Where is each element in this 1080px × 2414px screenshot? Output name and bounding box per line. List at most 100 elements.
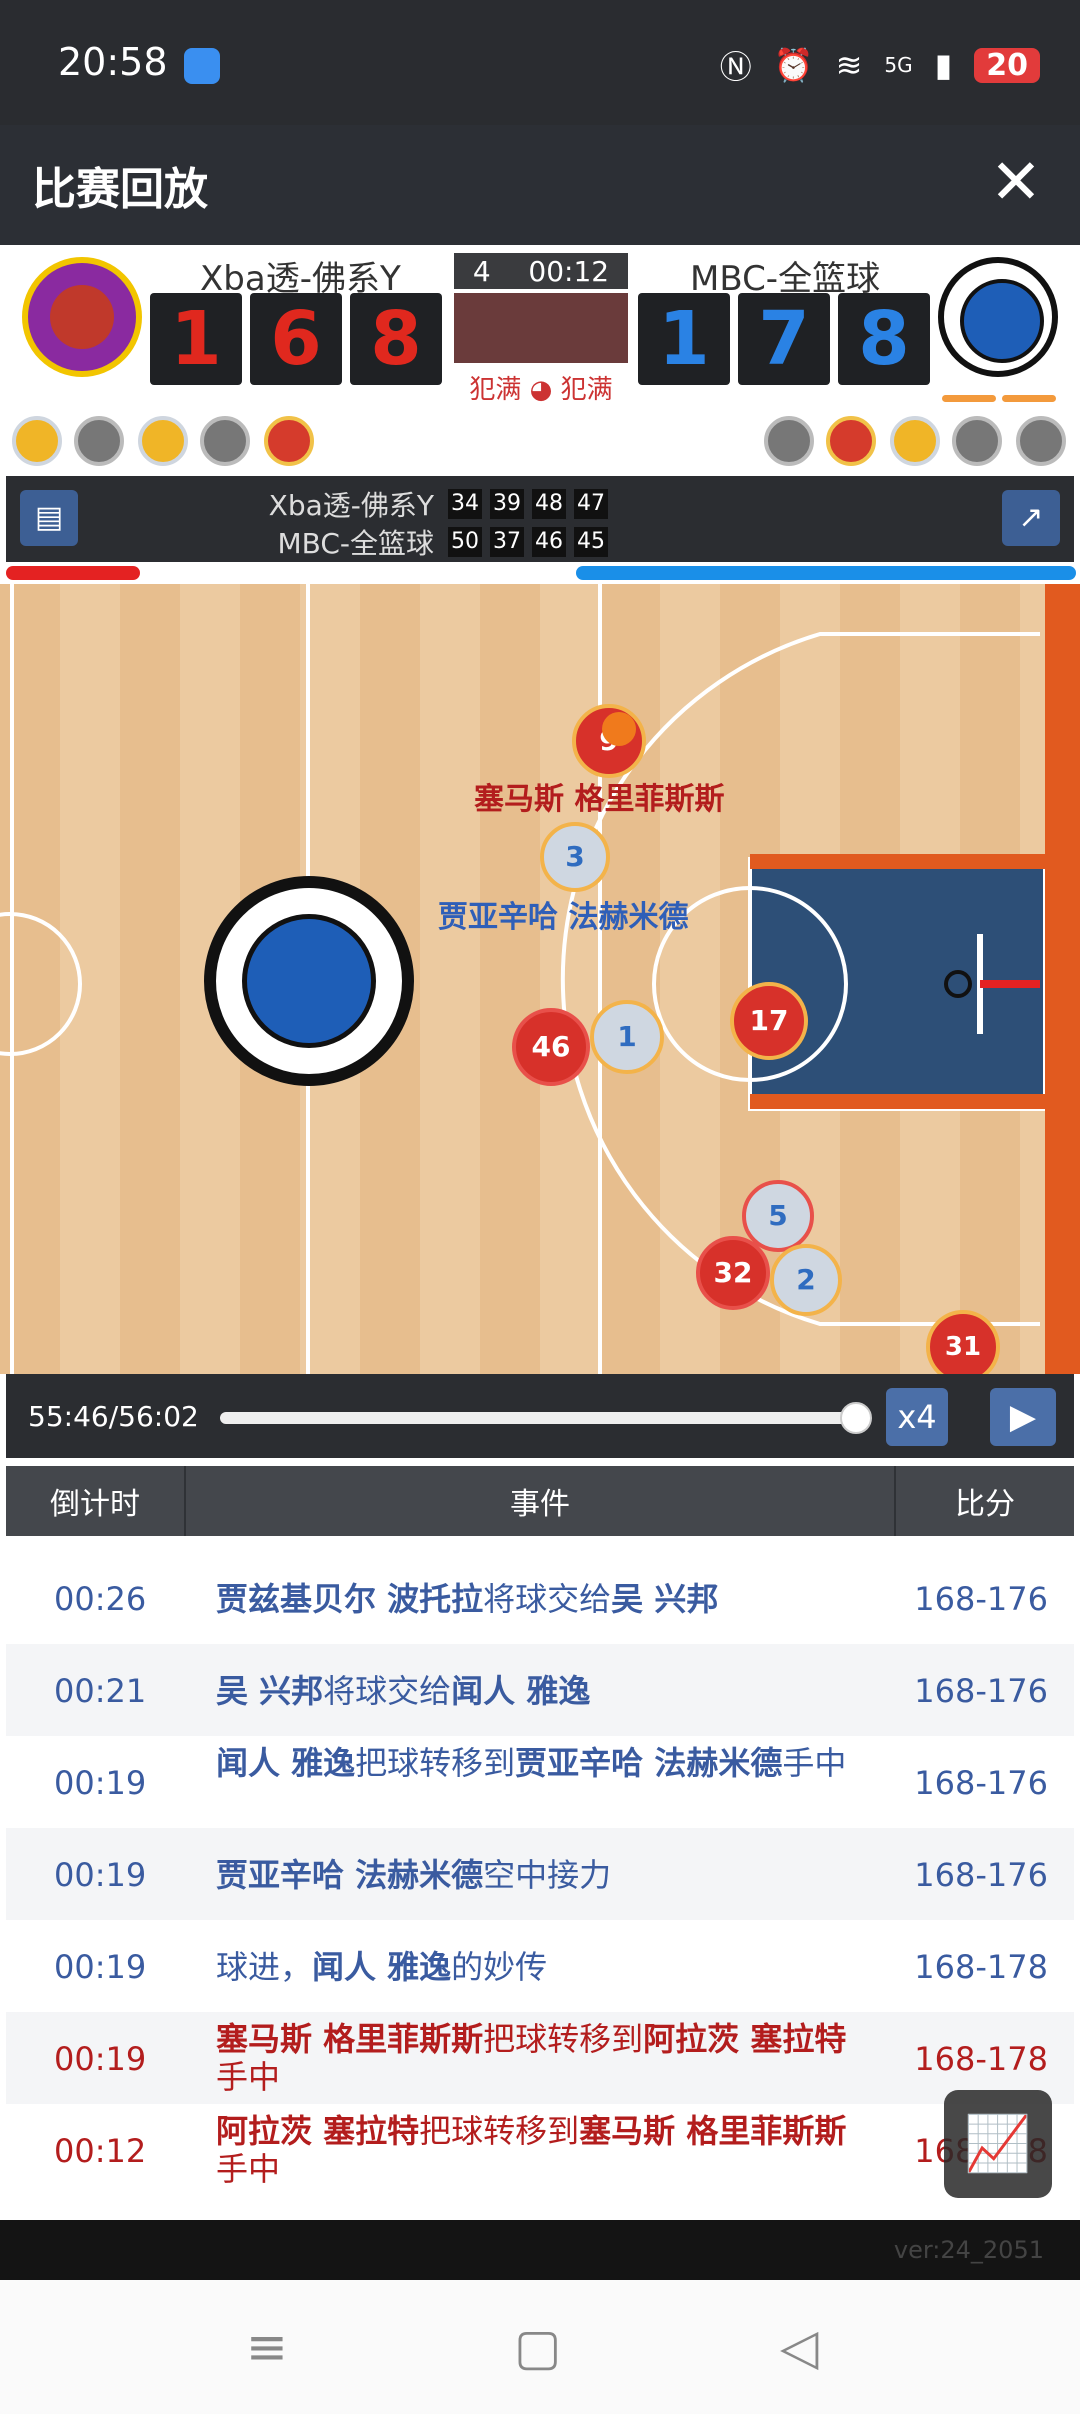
event-text: 贾兹基贝尔 波托拉将球交给吴 兴邦 [216, 1580, 719, 1618]
player-marker-red[interactable]: 31 [926, 1310, 1000, 1374]
system-nav-bar: ≡ ▢ ◁ [0, 2280, 1080, 2414]
close-icon[interactable]: ✕ [990, 145, 1042, 218]
player-marker-blue[interactable]: 1 [590, 1000, 664, 1074]
event-row: 00:19 球进，闻人 雅逸的妙传 168-178 [6, 1920, 1074, 2012]
lock-badge-icon[interactable] [952, 416, 1002, 466]
basketball-court: 塞马斯 格里菲斯斯 贾亚辛哈 法赫米德 9 3 1 46 17 5 32 2 3… [0, 584, 1080, 1374]
events-list: 00:26 贾兹基贝尔 波托拉将球交给吴 兴邦 168-176 00:21 吴 兴邦将球… [6, 1536, 1074, 2220]
quarter-score: 34 [448, 489, 482, 519]
team-bars [0, 562, 1080, 584]
lock-badge-icon[interactable] [74, 416, 124, 466]
stats-list-icon[interactable]: ▤ [20, 490, 78, 546]
shot-clock-panel [454, 293, 628, 363]
clock-time: 00:12 [528, 254, 610, 288]
player-marker-red[interactable]: 32 [696, 1236, 770, 1310]
chart-icon[interactable]: 📈 [944, 2090, 1052, 2198]
player-label-red: 塞马斯 格里菲斯斯 [474, 782, 725, 817]
playback-bar: 55:46/56:02 x4 ▶ [6, 1374, 1074, 1458]
quarter-score: 47 [574, 489, 608, 519]
event-row: 00:19 贾亚辛哈 法赫米德空中接力 168-176 [6, 1828, 1074, 1920]
lock-badge-icon[interactable] [1016, 416, 1066, 466]
home-team-name: Xba透-佛系Y [268, 489, 434, 522]
player-marker-blue[interactable]: 3 [540, 822, 610, 892]
home-quarter-row: Xba透-佛系Y 34 39 48 47 [174, 484, 608, 524]
app-notification-icon [184, 48, 220, 84]
back-nav-icon[interactable]: ◁ [780, 2318, 818, 2376]
play-icon[interactable]: ▶ [990, 1388, 1056, 1446]
away-score-digit: 7 [738, 293, 830, 385]
event-time: 00:19 [54, 1856, 147, 1894]
quarter-score: 45 [574, 527, 608, 557]
playback-slider[interactable] [220, 1402, 872, 1434]
signal-label: 5G [884, 53, 913, 77]
quarter-score: 48 [532, 489, 566, 519]
quarter-score: 46 [532, 527, 566, 557]
event-row: 00:19 闻人 雅逸把球转移到贾亚辛哈 法赫米德手中 168-176 [6, 1736, 1074, 1828]
home-foul: 犯满 [469, 375, 522, 405]
event-row: 00:21 吴 兴邦将球交给闻人 雅逸 168-176 [6, 1644, 1074, 1736]
battery-indicator: 20 [974, 47, 1040, 83]
alarm-icon: ⏰ [773, 46, 814, 84]
lock-badge-icon[interactable] [200, 416, 250, 466]
event-row: 00:19 塞马斯 格里菲斯斯把球转移到阿拉茨 塞拉特手中 168-178 [6, 2012, 1074, 2104]
player-marker-red[interactable]: 46 [512, 1008, 590, 1086]
event-text: 阿拉茨 塞拉特把球转移到塞马斯 格里菲斯斯手中 [216, 2112, 847, 2188]
event-score: 168-178 [914, 2040, 1048, 2078]
foul-status: 犯满 ◕ 犯满 [454, 369, 628, 406]
player-marker-blue[interactable]: 2 [770, 1244, 842, 1316]
away-team-name: MBC-全篮球 [277, 527, 434, 560]
home-score-digit: 8 [350, 293, 442, 385]
away-foul: 犯满 [560, 375, 613, 405]
header-score: 比分 [955, 1487, 1015, 1522]
playback-time: 55:46/56:02 [28, 1400, 199, 1433]
center-team-logo [204, 876, 414, 1086]
menu-nav-icon[interactable]: ≡ [246, 2318, 288, 2376]
event-time: 00:12 [54, 2132, 147, 2170]
timeout-indicator [1002, 395, 1056, 402]
player-marker-red[interactable]: 17 [730, 982, 808, 1060]
badge-icon[interactable] [138, 416, 188, 466]
away-score-digit: 1 [638, 293, 730, 385]
home-team-logo [22, 257, 142, 377]
court-lines [0, 584, 1080, 1374]
event-text: 贾亚辛哈 法赫米德空中接力 [216, 1856, 612, 1894]
lock-badge-icon[interactable] [764, 416, 814, 466]
event-score: 168-178 [914, 1948, 1048, 1986]
away-quarter-row: MBC-全篮球 50 37 46 45 [174, 522, 608, 562]
badge-icon[interactable] [12, 416, 62, 466]
player-label-blue: 贾亚辛哈 法赫米德 [438, 900, 689, 935]
game-clock: 4 00:12 [454, 253, 628, 289]
player-badges [0, 410, 1080, 472]
event-time: 00:21 [54, 1672, 147, 1710]
badge-icon[interactable] [890, 416, 940, 466]
event-score: 168-176 [914, 1580, 1048, 1618]
quarter-number: 4 [472, 254, 491, 288]
event-time: 00:19 [54, 1948, 147, 1986]
nfc-icon: Ⓝ [719, 48, 752, 86]
wifi-icon: ≋ [835, 46, 863, 84]
event-time: 00:19 [54, 2040, 147, 2078]
event-score: 168-176 [914, 1856, 1048, 1894]
signal-icon: ▮ [934, 46, 953, 84]
share-icon[interactable]: ↗ [1002, 490, 1060, 546]
home-nav-icon[interactable]: ▢ [514, 2318, 561, 2376]
events-table-header: 倒计时 事件 比分 [6, 1466, 1074, 1536]
page-title: 比赛回放 [32, 164, 208, 215]
event-row: 00:12阿拉茨 塞拉特把球转移到塞马斯 格里菲斯斯手中168-178 [6, 2104, 1074, 2196]
event-row: 00:26 贾兹基贝尔 波托拉将球交给吴 兴邦 168-176 [6, 1552, 1074, 1644]
home-score-digit: 1 [150, 293, 242, 385]
event-text: 吴 兴邦将球交给闻人 雅逸 [216, 1672, 591, 1710]
event-score: 168-176 [914, 1672, 1048, 1710]
quarter-score: 37 [490, 527, 524, 557]
slider-handle[interactable] [840, 1402, 872, 1434]
scoreboard: Xba透-佛系Y 1 6 8 4 00:12 犯满 ◕ 犯满 MBC-全篮球 1… [0, 245, 1080, 410]
quarter-score: 39 [490, 489, 524, 519]
header-event: 事件 [186, 1466, 896, 1536]
badge-icon[interactable] [826, 416, 876, 466]
status-bar: 20:58 Ⓝ ⏰ ≋ 5G ▮ 20 [0, 0, 1080, 125]
speed-button[interactable]: x4 [886, 1388, 948, 1446]
event-text: 塞马斯 格里菲斯斯把球转移到阿拉茨 塞拉特手中 [216, 2020, 847, 2096]
badge-icon[interactable] [264, 416, 314, 466]
home-score-digit: 6 [250, 293, 342, 385]
event-time: 00:19 [54, 1764, 147, 1802]
